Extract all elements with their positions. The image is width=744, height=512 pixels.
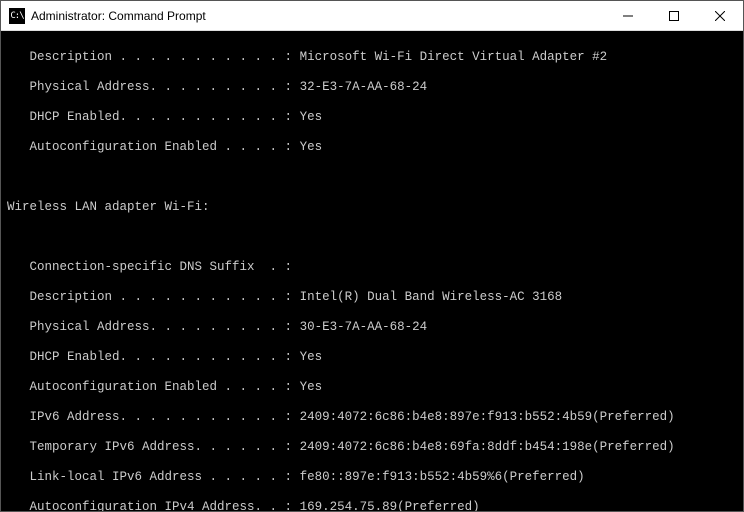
section-header: Wireless LAN adapter Wi-Fi: [7,200,737,215]
value: 32-E3-7A-AA-68-24 [300,80,428,94]
value: Yes [300,350,323,364]
window-controls [605,1,743,30]
value: 2409:4072:6c86:b4e8:69fa:8ddf:b454:198e(… [300,440,675,454]
output-line: DHCP Enabled. . . . . . . . . . . : Yes [7,110,737,125]
maximize-button[interactable] [651,1,697,30]
value: Yes [300,110,323,124]
output-line: Description . . . . . . . . . . . : Inte… [7,290,737,305]
value: 30-E3-7A-AA-68-24 [300,320,428,334]
window-title: Administrator: Command Prompt [31,9,605,23]
titlebar[interactable]: C:\ Administrator: Command Prompt [1,1,743,31]
blank-line [7,170,737,185]
output-line: Autoconfiguration IPv4 Address. . : 169.… [7,500,737,511]
output-line: Description . . . . . . . . . . . : Micr… [7,50,737,65]
output-line: IPv6 Address. . . . . . . . . . . : 2409… [7,410,737,425]
value: fe80::897e:f913:b552:4b59%6(Preferred) [300,470,585,484]
terminal-output[interactable]: Description . . . . . . . . . . . : Micr… [1,31,743,511]
output-line: Physical Address. . . . . . . . . : 32-E… [7,80,737,95]
value: 169.254.75.89(Preferred) [300,500,480,511]
value: 2409:4072:6c86:b4e8:897e:f913:b552:4b59(… [300,410,675,424]
value: Yes [300,380,323,394]
value: Microsoft Wi-Fi Direct Virtual Adapter #… [300,50,608,64]
close-button[interactable] [697,1,743,30]
output-line: Link-local IPv6 Address . . . . . : fe80… [7,470,737,485]
output-line: Connection-specific DNS Suffix . : [7,260,737,275]
command-prompt-window: C:\ Administrator: Command Prompt Descri… [0,0,744,512]
minimize-button[interactable] [605,1,651,30]
output-line: Physical Address. . . . . . . . . : 30-E… [7,320,737,335]
output-line: Temporary IPv6 Address. . . . . . : 2409… [7,440,737,455]
value: Intel(R) Dual Band Wireless-AC 3168 [300,290,563,304]
minimize-icon [623,11,633,21]
value: Yes [300,140,323,154]
output-line: DHCP Enabled. . . . . . . . . . . : Yes [7,350,737,365]
output-line: Autoconfiguration Enabled . . . . : Yes [7,140,737,155]
blank-line [7,230,737,245]
close-icon [715,11,725,21]
output-line: Autoconfiguration Enabled . . . . : Yes [7,380,737,395]
maximize-icon [669,11,679,21]
cmd-icon: C:\ [9,8,25,24]
